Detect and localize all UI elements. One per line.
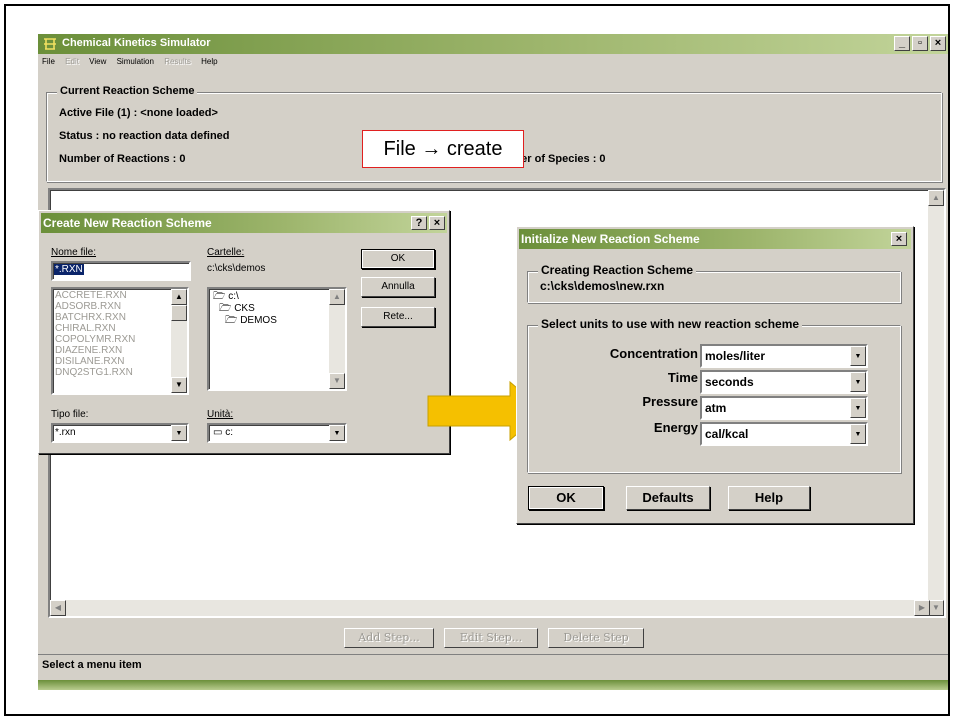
drive-icon: ▭ <box>213 427 223 438</box>
network-button[interactable]: Rete... <box>361 307 435 327</box>
menu-results[interactable]: Results <box>164 54 191 70</box>
scroll-left-icon[interactable]: ◀ <box>50 600 66 616</box>
create-dialog-title: Create New Reaction Scheme <box>43 216 212 230</box>
time-label: Time <box>667 370 698 385</box>
scroll-up-icon[interactable]: ▲ <box>928 190 944 206</box>
folder-tree-scrollbar[interactable]: ▲ ▼ <box>329 289 345 389</box>
file-list-item[interactable]: DISILANE.RXN <box>53 356 163 367</box>
energy-label: Energy <box>653 420 698 435</box>
statusbar-text: Select a menu item <box>42 659 142 671</box>
energy-select[interactable]: cal/kcal ▼ <box>700 422 868 446</box>
drive-value: c: <box>225 427 234 438</box>
init-ok-button[interactable]: OK <box>528 486 604 510</box>
status-text: Status : no reaction data defined <box>59 130 230 142</box>
units-legend: Select units to use with new reaction sc… <box>538 317 803 331</box>
scroll-down-icon[interactable]: ▼ <box>171 377 187 393</box>
minimize-button[interactable]: _ <box>894 36 910 51</box>
init-dialog-title: Initialize New Reaction Scheme <box>521 232 700 246</box>
time-select[interactable]: seconds ▼ <box>700 370 868 394</box>
folder-treeview[interactable]: 🗁 c:\ 🗁 CKS 🗁 DEMOS ▲ ▼ <box>207 287 347 391</box>
menu-view[interactable]: View <box>89 54 106 70</box>
folder-item-demos[interactable]: 🗁 DEMOS <box>213 315 277 327</box>
drive-select[interactable]: ▭ c: ▼ <box>207 423 347 443</box>
filetype-label: Tipo file: <box>51 409 89 420</box>
active-file-text: Active File (1) : <none loaded> <box>59 107 218 119</box>
init-help-button[interactable]: Help <box>728 486 810 510</box>
folder-path-text: c:\cks\demos <box>207 263 266 274</box>
filetype-select[interactable]: *.rxn ▼ <box>51 423 189 443</box>
dialog-close-button[interactable]: × <box>429 216 445 230</box>
filename-input[interactable]: *.RXN <box>51 261 191 281</box>
filename-value: *.RXN <box>54 264 84 275</box>
file-list-item[interactable]: ACCRETE.RXN <box>53 290 163 301</box>
pressure-select[interactable]: atm ▼ <box>700 396 868 420</box>
pressure-label: Pressure <box>642 394 698 409</box>
cancel-button[interactable]: Annulla <box>361 277 435 297</box>
scroll-down-icon[interactable]: ▼ <box>928 600 944 616</box>
init-dialog-close-button[interactable]: × <box>891 232 907 246</box>
filetype-value: *.rxn <box>55 427 76 438</box>
init-dialog-titlebar: Initialize New Reaction Scheme × <box>519 229 911 249</box>
chevron-down-icon[interactable]: ▼ <box>850 346 866 366</box>
statusbar: Select a menu item <box>38 654 948 676</box>
horizontal-scrollbar[interactable]: ◀ ▶ <box>50 600 930 616</box>
edit-step-button[interactable]: Edit Step... <box>444 628 538 648</box>
creating-scheme-path: c:\cks\demos\new.rxn <box>540 279 665 293</box>
menu-help[interactable]: Help <box>201 54 217 70</box>
menubar: File Edit View Simulation Results Help <box>38 54 948 70</box>
init-scheme-dialog: Initialize New Reaction Scheme × Creatin… <box>516 226 914 524</box>
maximize-button[interactable]: ▫ <box>912 36 928 51</box>
close-button[interactable]: × <box>930 36 946 51</box>
file-list-item[interactable]: COPOLYMR.RXN <box>53 334 163 345</box>
chevron-down-icon[interactable]: ▼ <box>850 398 866 418</box>
file-list-item[interactable]: ADSORB.RXN <box>53 301 163 312</box>
open-folder-icon: 🗁 <box>219 303 232 314</box>
folder-item-cks[interactable]: 🗁 CKS <box>213 303 277 315</box>
drive-label: Unità: <box>207 409 234 420</box>
app-title: Chemical Kinetics Simulator <box>62 37 211 49</box>
chevron-down-icon[interactable]: ▼ <box>171 425 187 441</box>
folder-item-root[interactable]: 🗁 c:\ <box>213 291 277 303</box>
create-scheme-dialog: Create New Reaction Scheme ? × Nome file… <box>38 210 450 454</box>
menu-file[interactable]: File <box>42 54 55 70</box>
delete-step-button[interactable]: Delete Step <box>548 628 644 648</box>
filename-label: Nome file: <box>51 247 97 258</box>
concentration-label: Concentration <box>609 346 698 361</box>
scroll-thumb[interactable] <box>171 305 187 321</box>
file-list-scrollbar[interactable]: ▲ ▼ <box>171 289 187 393</box>
scroll-up-icon[interactable]: ▲ <box>171 289 187 305</box>
file-list-item[interactable]: CHIRAL.RXN <box>53 323 163 334</box>
vertical-scrollbar[interactable]: ▲ ▼ <box>928 190 944 616</box>
units-group: Select units to use with new reaction sc… <box>527 317 901 473</box>
add-step-button[interactable]: Add Step... <box>344 628 434 648</box>
file-list-item[interactable]: DIAZENE.RXN <box>53 345 163 356</box>
defaults-button[interactable]: Defaults <box>626 486 710 510</box>
file-listbox[interactable]: ACCRETE.RXN ADSORB.RXN BATCHRX.RXN CHIRA… <box>51 287 189 395</box>
concentration-select[interactable]: moles/liter ▼ <box>700 344 868 368</box>
chevron-down-icon[interactable]: ▼ <box>850 372 866 392</box>
scroll-right-icon[interactable]: ▶ <box>914 600 930 616</box>
menu-edit[interactable]: Edit <box>65 54 79 70</box>
taskbar-strip <box>38 680 948 690</box>
scroll-up-icon[interactable]: ▲ <box>329 289 345 305</box>
annotation-callout: File → create <box>362 130 524 168</box>
chevron-down-icon[interactable]: ▼ <box>850 424 866 444</box>
num-reactions-text: Number of Reactions : 0 <box>59 153 186 165</box>
ok-button[interactable]: OK <box>361 249 435 269</box>
creating-scheme-group: Creating Reaction Scheme c:\cks\demos\ne… <box>527 263 901 303</box>
current-scheme-legend: Current Reaction Scheme <box>57 85 198 97</box>
file-list-item[interactable]: BATCHRX.RXN <box>53 312 163 323</box>
open-folder-icon: 🗁 <box>213 291 226 302</box>
file-list-item[interactable]: DNQ2STG1.RXN <box>53 367 163 378</box>
chevron-down-icon[interactable]: ▼ <box>329 425 345 441</box>
folders-label: Cartelle: <box>207 247 245 258</box>
dialog-help-button[interactable]: ? <box>411 216 427 230</box>
app-icon <box>44 38 56 50</box>
create-dialog-titlebar: Create New Reaction Scheme ? × <box>41 213 447 233</box>
app-titlebar: Chemical Kinetics Simulator _ ▫ × <box>38 34 948 54</box>
creating-scheme-legend: Creating Reaction Scheme <box>538 263 697 277</box>
open-folder-icon: 🗁 <box>225 315 238 326</box>
scroll-down-icon[interactable]: ▼ <box>329 373 345 389</box>
menu-simulation[interactable]: Simulation <box>117 54 154 70</box>
